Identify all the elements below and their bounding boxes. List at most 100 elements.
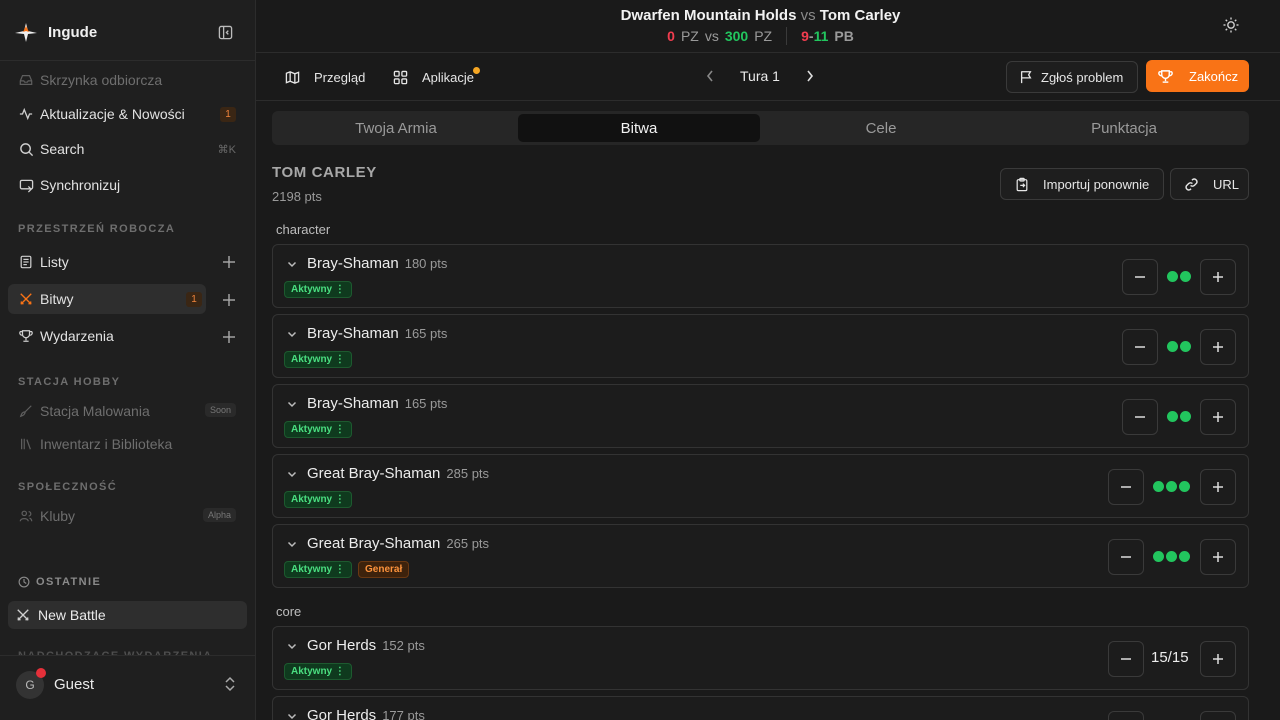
report-problem-label: Zgłoś problem bbox=[1041, 69, 1124, 85]
sidebar-item-sync[interactable]: Synchronizuj bbox=[8, 170, 240, 200]
chevron-down-icon[interactable] bbox=[286, 327, 298, 343]
chevron-down-icon[interactable] bbox=[286, 639, 298, 655]
report-problem-button[interactable]: Zgłoś problem bbox=[1006, 61, 1138, 93]
sidebar-item-label: Inwentarz i Biblioteka bbox=[40, 436, 173, 452]
turn-label: Tura 1 bbox=[740, 68, 780, 84]
unit-name: Bray-Shaman bbox=[307, 395, 399, 412]
status-badge[interactable]: Aktywny ⋮ bbox=[284, 351, 352, 368]
decrease-wound-button[interactable] bbox=[1108, 539, 1144, 575]
finish-label: Zakończ bbox=[1189, 68, 1239, 84]
decrease-model-button[interactable] bbox=[1108, 641, 1144, 677]
sidebar-item-label: Aktualizacje & Nowości bbox=[40, 106, 185, 122]
sidebar-collapse-icon[interactable] bbox=[215, 22, 235, 42]
player1-name: Dwarfen Mountain Holds bbox=[620, 7, 797, 24]
unit-points: 180 pts bbox=[404, 256, 448, 271]
grid-icon bbox=[393, 70, 408, 85]
previous-turn-chevron-left-icon[interactable] bbox=[705, 69, 715, 86]
unit-card[interactable]: Gor Herds 177 pts bbox=[272, 696, 1249, 720]
unit-card[interactable]: Great Bray-Shaman 285 pts Aktywny ⋮ bbox=[272, 454, 1249, 518]
increase-wound-button[interactable] bbox=[1200, 329, 1236, 365]
unit-card[interactable]: Bray-Shaman 165 pts Aktywny ⋮ bbox=[272, 314, 1249, 378]
sidebar-item-label: Stacja Malowania bbox=[40, 403, 150, 419]
status-badge[interactable]: Aktywny ⋮ bbox=[284, 561, 352, 578]
activity-icon bbox=[18, 106, 34, 122]
score-player1: 0 bbox=[667, 28, 675, 44]
sidebar-item-label: Skrzynka odbiorcza bbox=[40, 72, 163, 88]
vs-label: vs bbox=[800, 7, 816, 24]
add-event-icon[interactable] bbox=[219, 327, 239, 347]
army-points: 2198 pts bbox=[272, 189, 322, 204]
brush-icon bbox=[18, 403, 34, 419]
unit-points: 165 pts bbox=[404, 396, 448, 411]
search-icon bbox=[18, 141, 34, 157]
wound-dot bbox=[1153, 481, 1164, 492]
finish-battle-button[interactable]: Zakończ bbox=[1146, 60, 1249, 92]
sidebar-item-lists[interactable]: Listy bbox=[8, 247, 206, 277]
status-badge[interactable]: Aktywny ⋮ bbox=[284, 421, 352, 438]
wound-dot bbox=[1167, 341, 1178, 352]
status-badge[interactable]: Aktywny ⋮ bbox=[284, 663, 352, 680]
chevron-down-icon[interactable] bbox=[286, 257, 298, 273]
unit-card[interactable]: Bray-Shaman 180 pts Aktywny ⋮ bbox=[272, 244, 1249, 308]
next-turn-chevron-right-icon[interactable] bbox=[805, 69, 815, 86]
increase-wound-button[interactable] bbox=[1200, 469, 1236, 505]
sidebar-item-library[interactable]: Inwentarz i Biblioteka bbox=[8, 429, 240, 459]
overview-button[interactable]: Przegląd bbox=[285, 65, 365, 89]
unit-card[interactable]: Gor Herds 152 pts Aktywny ⋮ 15/15 bbox=[272, 626, 1249, 690]
battle-tabs: Twoja Armia Bitwa Cele Punktacja bbox=[272, 111, 1249, 145]
unit-card[interactable]: Great Bray-Shaman 265 pts Aktywny ⋮ Gener… bbox=[272, 524, 1249, 588]
wound-dot bbox=[1179, 551, 1190, 562]
tab-objectives[interactable]: Cele bbox=[760, 114, 1002, 142]
decrease-wound-button[interactable] bbox=[1122, 329, 1158, 365]
decrease-model-button[interactable] bbox=[1108, 711, 1144, 720]
chevron-down-icon[interactable] bbox=[286, 709, 298, 720]
sidebar-item-search[interactable]: Search ⌘K bbox=[8, 134, 240, 164]
sidebar-item-inbox[interactable]: Skrzynka odbiorcza bbox=[8, 65, 240, 95]
increase-wound-button[interactable] bbox=[1200, 539, 1236, 575]
list-icon bbox=[18, 254, 34, 270]
workspace-section-label: PRZESTRZEŃ ROBOCZA bbox=[18, 223, 176, 235]
unit-card[interactable]: Bray-Shaman 165 pts Aktywny ⋮ bbox=[272, 384, 1249, 448]
updates-count-badge: 1 bbox=[220, 107, 236, 122]
sidebar-item-updates[interactable]: Aktualizacje & Nowości 1 bbox=[8, 99, 240, 129]
tab-your-army[interactable]: Twoja Armia bbox=[275, 114, 517, 142]
chevron-down-icon[interactable] bbox=[286, 537, 298, 553]
status-badge[interactable]: Aktywny ⋮ bbox=[284, 491, 352, 508]
overview-label: Przegląd bbox=[314, 69, 366, 85]
swords-icon bbox=[16, 608, 30, 622]
sidebar-item-painting[interactable]: Stacja Malowania Soon bbox=[8, 396, 240, 426]
decrease-wound-button[interactable] bbox=[1122, 259, 1158, 295]
increase-model-button[interactable] bbox=[1200, 641, 1236, 677]
tab-battle[interactable]: Bitwa bbox=[518, 114, 760, 142]
sidebar-item-events[interactable]: Wydarzenia bbox=[8, 321, 206, 351]
increase-wound-button[interactable] bbox=[1200, 399, 1236, 435]
unit-title: Gor Herds 177 pts bbox=[307, 707, 425, 720]
increase-model-button[interactable] bbox=[1200, 711, 1236, 720]
brand[interactable]: Ingude bbox=[12, 18, 97, 46]
wound-dot bbox=[1180, 341, 1191, 352]
status-badge[interactable]: Aktywny ⋮ bbox=[284, 281, 352, 298]
sidebar: Ingude Skrzynka odbiorcza Aktualizacje &… bbox=[0, 0, 256, 720]
user-menu[interactable]: G Guest bbox=[0, 655, 255, 720]
add-battle-icon[interactable] bbox=[219, 290, 239, 310]
unit-title: Gor Herds 152 pts bbox=[307, 637, 425, 654]
url-button[interactable]: URL bbox=[1170, 168, 1249, 200]
sidebar-item-battles[interactable]: Bitwy 1 bbox=[8, 284, 206, 314]
tab-scoring[interactable]: Punktacja bbox=[1003, 114, 1245, 142]
theme-toggle-sun-icon[interactable] bbox=[1222, 16, 1240, 37]
decrease-wound-button[interactable] bbox=[1122, 399, 1158, 435]
unit-points: 177 pts bbox=[382, 708, 425, 720]
chevron-down-icon[interactable] bbox=[286, 397, 298, 413]
chevron-down-icon[interactable] bbox=[286, 467, 298, 483]
add-list-icon[interactable] bbox=[219, 252, 239, 272]
app-name: Ingude bbox=[48, 23, 98, 41]
apps-button[interactable]: Aplikacje bbox=[393, 65, 474, 89]
sidebar-item-clubs[interactable]: Kluby Alpha bbox=[8, 501, 240, 531]
decrease-wound-button[interactable] bbox=[1108, 469, 1144, 505]
recent-item-new-battle[interactable]: New Battle bbox=[8, 601, 247, 629]
pb-score: 9-11 bbox=[801, 28, 828, 44]
pb-unit: PB bbox=[834, 28, 854, 44]
trophy-icon bbox=[18, 328, 34, 344]
increase-wound-button[interactable] bbox=[1200, 259, 1236, 295]
reimport-button[interactable]: Importuj ponownie bbox=[1000, 168, 1164, 200]
